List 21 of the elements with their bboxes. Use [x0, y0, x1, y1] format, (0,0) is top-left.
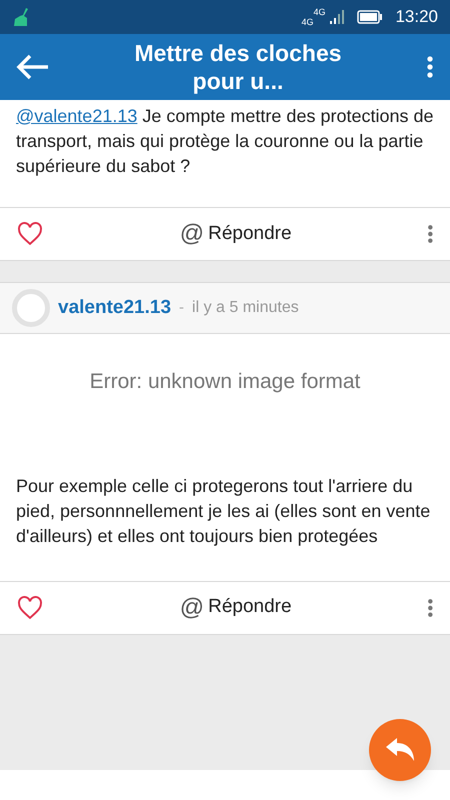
network-label: 4G — [301, 17, 314, 27]
comment-text: @valente21.13 Je compte mettre des protections de transport, mais qui protège la couronne ou la partie supérieure du sabot ? — [16, 105, 434, 178]
page-title: Mettre des cloches pour u... — [133, 39, 343, 95]
image-error-text: Error: unknown image format — [88, 369, 362, 395]
avatar — [12, 289, 50, 327]
separator-text: - — [179, 298, 184, 318]
mention-link[interactable]: @valente21.13 — [16, 106, 138, 126]
battery-icon — [357, 10, 384, 24]
timestamp: il y a 5 minutes — [192, 298, 299, 318]
more-icon[interactable] — [427, 224, 434, 244]
more-icon[interactable] — [427, 598, 434, 618]
network-label: 4G — [313, 7, 326, 17]
back-arrow-icon[interactable] — [16, 54, 50, 80]
heart-icon[interactable] — [16, 222, 44, 246]
comment-text: Pour exemple celle ci protegerons tout l'arriere du pied, personnnellement je les ai (elles sont en vente d'ailleurs) et elles ont toujours bien protegées — [16, 474, 432, 548]
signal-icon — [329, 9, 346, 25]
reply-icon — [384, 737, 416, 763]
clock-text: 13:20 — [395, 6, 438, 28]
more-icon[interactable] — [426, 55, 434, 79]
heart-icon[interactable] — [16, 596, 44, 620]
author-name[interactable]: valente21.13 — [58, 294, 172, 322]
